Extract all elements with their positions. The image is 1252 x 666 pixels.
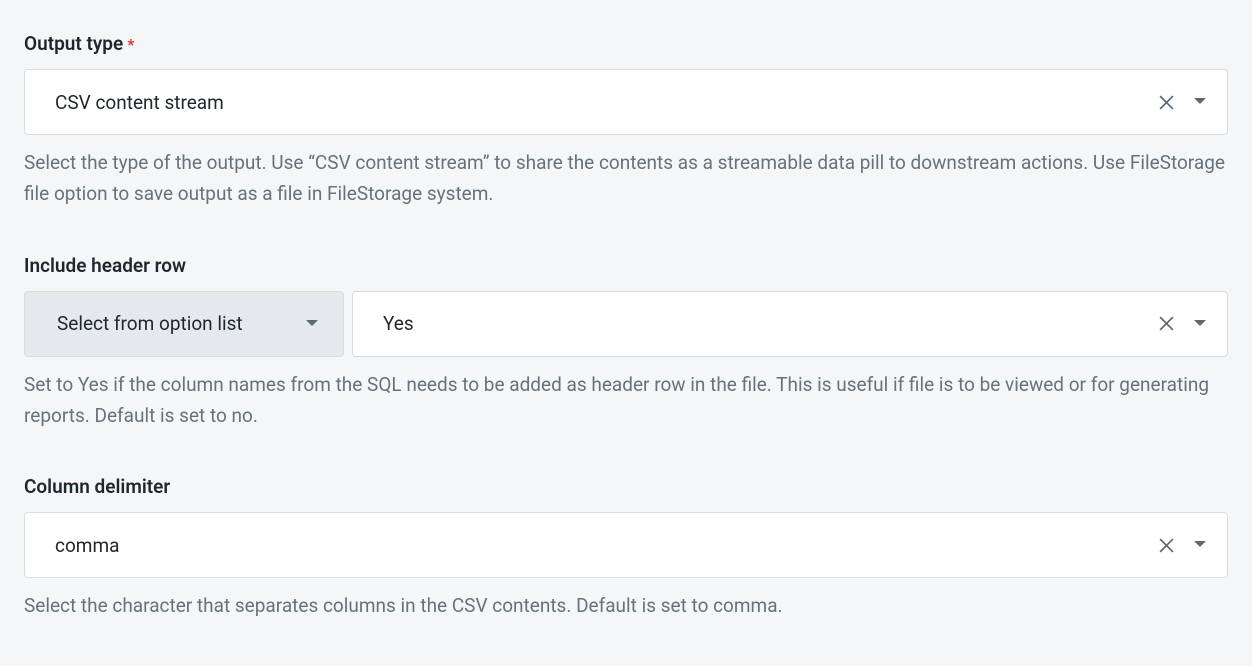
include-header-row-label: Include header row — [24, 254, 1228, 277]
include-header-row-value: Yes — [383, 312, 414, 335]
include-header-row-mode-select[interactable]: Select from option list — [24, 291, 344, 357]
required-asterisk: * — [127, 35, 134, 54]
field-include-header-row: Include header row Select from option li… — [24, 254, 1228, 432]
clear-icon[interactable] — [1158, 537, 1175, 554]
chevron-down-icon[interactable] — [1193, 97, 1207, 107]
include-header-row-controls — [1158, 315, 1207, 332]
form-root: Output type * CSV content stream — [0, 0, 1252, 646]
column-delimiter-controls — [1158, 537, 1207, 554]
output-type-select[interactable]: CSV content stream — [24, 69, 1228, 135]
include-header-row-help: Set to Yes if the column names from the … — [24, 369, 1228, 432]
include-header-row-mode-value: Select from option list — [57, 312, 243, 335]
include-header-row-select[interactable]: Yes — [352, 291, 1228, 357]
include-header-row-label-text: Include header row — [24, 254, 186, 277]
chevron-down-icon[interactable] — [1193, 540, 1207, 550]
include-header-row-input-row: Select from option list Yes — [24, 291, 1228, 357]
output-type-help: Select the type of the output. Use “CSV … — [24, 147, 1228, 210]
column-delimiter-select[interactable]: comma — [24, 512, 1228, 578]
output-type-value: CSV content stream — [55, 91, 224, 114]
chevron-down-icon[interactable] — [1193, 319, 1207, 329]
column-delimiter-input-row: comma — [24, 512, 1228, 578]
field-output-type: Output type * CSV content stream — [24, 32, 1228, 210]
output-type-input-row: CSV content stream — [24, 69, 1228, 135]
column-delimiter-label: Column delimiter — [24, 475, 1228, 498]
output-type-label: Output type * — [24, 32, 1228, 55]
column-delimiter-value: comma — [55, 534, 119, 557]
clear-icon[interactable] — [1158, 94, 1175, 111]
field-column-delimiter: Column delimiter comma — [24, 475, 1228, 621]
column-delimiter-label-text: Column delimiter — [24, 475, 170, 498]
clear-icon[interactable] — [1158, 315, 1175, 332]
output-type-controls — [1158, 94, 1207, 111]
output-type-label-text: Output type — [24, 32, 123, 55]
chevron-down-icon[interactable] — [305, 319, 319, 329]
column-delimiter-help: Select the character that separates colu… — [24, 590, 1228, 621]
